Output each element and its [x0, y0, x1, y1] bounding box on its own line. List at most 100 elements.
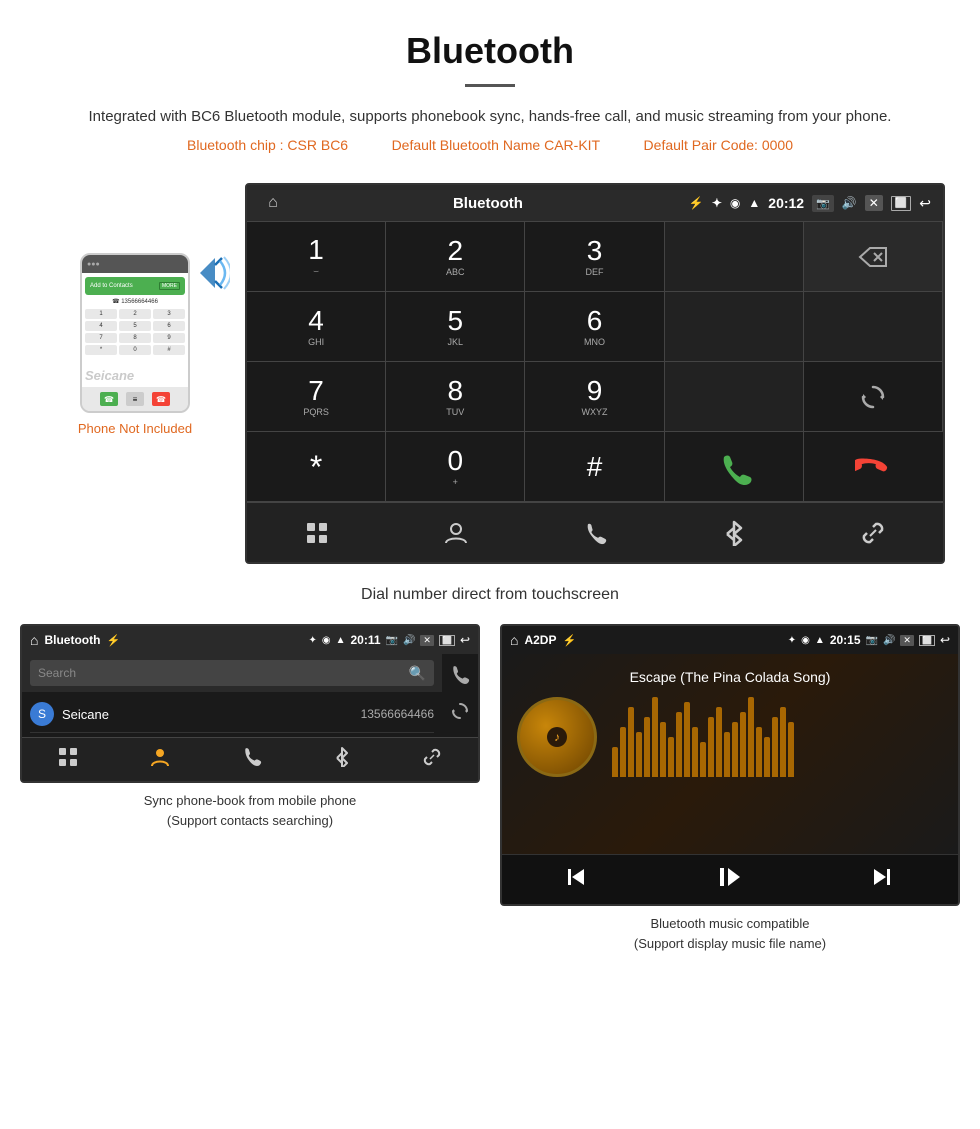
- phone-key-4[interactable]: 4: [85, 321, 117, 331]
- dialpad-key-3[interactable]: 3DEF: [525, 222, 664, 292]
- dialpad-key-0[interactable]: 0+: [386, 432, 525, 502]
- pb-grid-btn[interactable]: [58, 747, 78, 772]
- phone-screen: Add to Contacts MORE ☎ 13566664466 1 2 3…: [82, 273, 188, 387]
- phone-key-7[interactable]: 7: [85, 333, 117, 343]
- main-content: ●●● Add to Contacts MORE ☎ 13566664466 1…: [0, 183, 980, 953]
- phone-key-hash[interactable]: #: [153, 345, 185, 355]
- dialpad-key-1[interactable]: 1⌣: [247, 222, 386, 292]
- dialpad-key-7[interactable]: 7PQRS: [247, 362, 386, 432]
- pb-status-right: ✦ ◉ ▲ 20:11 📷 🔊 ✕ ⬜ ↩: [308, 633, 470, 647]
- dialpad-key-star[interactable]: *: [247, 432, 386, 502]
- status-bar: ⌂ Bluetooth ⚡ ✦ ◉ ▲ 20:12 📷 🔊 ✕ ⬜ ↩: [247, 185, 943, 221]
- pb-caption-line1: Sync phone-book from mobile phone: [144, 791, 356, 811]
- dialpad-key-9[interactable]: 9WXYZ: [525, 362, 664, 432]
- spec-code: Default Pair Code: 0000: [644, 137, 793, 153]
- phone-end-btn[interactable]: ☎: [152, 392, 170, 406]
- pb-app-name: Bluetooth: [44, 633, 100, 647]
- pb-main-col: Search 🔍 S Seicane 13566664466: [22, 654, 442, 737]
- pb-home-icon[interactable]: ⌂: [30, 632, 38, 648]
- dialpad-key-6[interactable]: 6MNO: [525, 292, 664, 362]
- camera-icon[interactable]: 📷: [812, 195, 834, 212]
- phone-key-1[interactable]: 1: [85, 309, 117, 319]
- link-btn[interactable]: [848, 508, 898, 558]
- pb-close-icon[interactable]: ✕: [420, 635, 434, 646]
- pb-link-btn2[interactable]: [422, 747, 442, 772]
- phone-key-3[interactable]: 3: [153, 309, 185, 319]
- pb-phone-btn2[interactable]: [242, 747, 262, 772]
- grid-btn[interactable]: [292, 508, 342, 558]
- phone-call-btn[interactable]: ☎: [100, 392, 118, 406]
- phone-illustration: ●●● Add to Contacts MORE ☎ 13566664466 1…: [80, 223, 190, 413]
- music-back-icon[interactable]: ↩: [940, 633, 950, 647]
- big-screen-caption: Dial number direct from touchscreen: [361, 586, 619, 604]
- action-bar: [247, 502, 943, 562]
- pb-search-box[interactable]: Search 🔍: [30, 660, 434, 686]
- bluetooth-icon: ✦: [712, 196, 722, 210]
- status-bar-left: ⌂: [259, 189, 287, 217]
- phone-btn[interactable]: [570, 508, 620, 558]
- big-screen-container: ⌂ Bluetooth ⚡ ✦ ◉ ▲ 20:12 📷 🔊 ✕ ⬜ ↩: [245, 183, 945, 564]
- dialpad-key-5[interactable]: 5JKL: [386, 292, 525, 362]
- pb-side-col: [442, 654, 478, 737]
- dialpad-key-8[interactable]: 8TUV: [386, 362, 525, 432]
- dialpad-key-2[interactable]: 2ABC: [386, 222, 525, 292]
- pb-contact-item[interactable]: S Seicane 13566664466: [30, 696, 434, 733]
- pb-contact-name: Seicane: [62, 707, 361, 722]
- pb-back-icon[interactable]: ↩: [460, 633, 470, 647]
- music-next-btn[interactable]: [870, 865, 894, 895]
- music-prev-btn[interactable]: [566, 865, 590, 895]
- dialpad-call-red-cell[interactable]: [804, 432, 943, 502]
- phone-menu-btn[interactable]: ≡: [126, 392, 144, 406]
- music-body: Escape (The Pina Colada Song) ♪: [502, 654, 958, 854]
- spec-name: Default Bluetooth Name CAR-KIT: [392, 137, 601, 153]
- music-close-icon[interactable]: ✕: [900, 635, 914, 646]
- music-home-icon[interactable]: ⌂: [510, 632, 518, 648]
- back-icon[interactable]: ↩: [919, 195, 931, 212]
- phone-key-5[interactable]: 5: [119, 321, 151, 331]
- music-vol-icon[interactable]: 🔊: [883, 635, 895, 646]
- pb-side-phone-icon[interactable]: [450, 665, 470, 690]
- pb-contact-number: 13566664466: [361, 707, 434, 721]
- music-screen: ⌂ A2DP ⚡ ✦ ◉ ▲ 20:15 📷 🔊 ✕ ⬜ ↩: [500, 624, 960, 906]
- phone-key-8[interactable]: 8: [119, 333, 151, 343]
- vis-bar: [660, 722, 666, 777]
- home-button[interactable]: ⌂: [259, 189, 287, 217]
- music-win-icon[interactable]: ⬜: [919, 635, 935, 646]
- phone-key-9[interactable]: 9: [153, 333, 185, 343]
- vis-bar: [788, 722, 794, 777]
- phone-key-star[interactable]: *: [85, 345, 117, 355]
- pb-bt-btn2[interactable]: [334, 747, 350, 772]
- phone-key-6[interactable]: 6: [153, 321, 185, 331]
- pb-status-bar: ⌂ Bluetooth ⚡ ✦ ◉ ▲ 20:11 📷 🔊 ✕ ⬜ ↩: [22, 626, 478, 654]
- dialpad-key-hash[interactable]: #: [525, 432, 664, 502]
- pb-side-refresh-icon[interactable]: [450, 701, 470, 726]
- vis-bar: [636, 732, 642, 777]
- contacts-btn[interactable]: [431, 508, 481, 558]
- pb-win-icon[interactable]: ⬜: [439, 635, 455, 646]
- pb-person-btn[interactable]: [150, 746, 170, 773]
- music-playpause-btn[interactable]: [718, 865, 742, 895]
- window-icon[interactable]: ⬜: [891, 196, 911, 211]
- music-cam-icon[interactable]: 📷: [866, 635, 878, 646]
- pb-vol-icon[interactable]: 🔊: [403, 635, 415, 646]
- dialpad-refresh[interactable]: [804, 362, 943, 432]
- pb-contact-list: S Seicane 13566664466: [22, 692, 442, 737]
- volume-icon[interactable]: 🔊: [842, 196, 857, 210]
- music-visualizer: [612, 697, 943, 777]
- phone-body: ●●● Add to Contacts MORE ☎ 13566664466 1…: [80, 253, 190, 413]
- dialpad-call-green-cell[interactable]: [665, 432, 804, 502]
- dialpad-backspace[interactable]: [804, 222, 943, 292]
- close-icon[interactable]: ✕: [865, 195, 883, 211]
- music-note-icon: ♪: [554, 730, 560, 744]
- phone-key-0[interactable]: 0: [119, 345, 151, 355]
- pb-loc-icon: ◉: [322, 635, 331, 646]
- top-section: ●●● Add to Contacts MORE ☎ 13566664466 1…: [20, 183, 960, 564]
- bluetooth-btn[interactable]: [709, 508, 759, 558]
- phone-top-bar: ●●●: [82, 255, 188, 273]
- phone-key-2[interactable]: 2: [119, 309, 151, 319]
- vis-bar: [756, 727, 762, 777]
- vis-bar: [668, 737, 674, 777]
- pb-cam-icon[interactable]: 📷: [386, 635, 398, 646]
- location-icon: ◉: [730, 196, 740, 210]
- dialpad-key-4[interactable]: 4GHI: [247, 292, 386, 362]
